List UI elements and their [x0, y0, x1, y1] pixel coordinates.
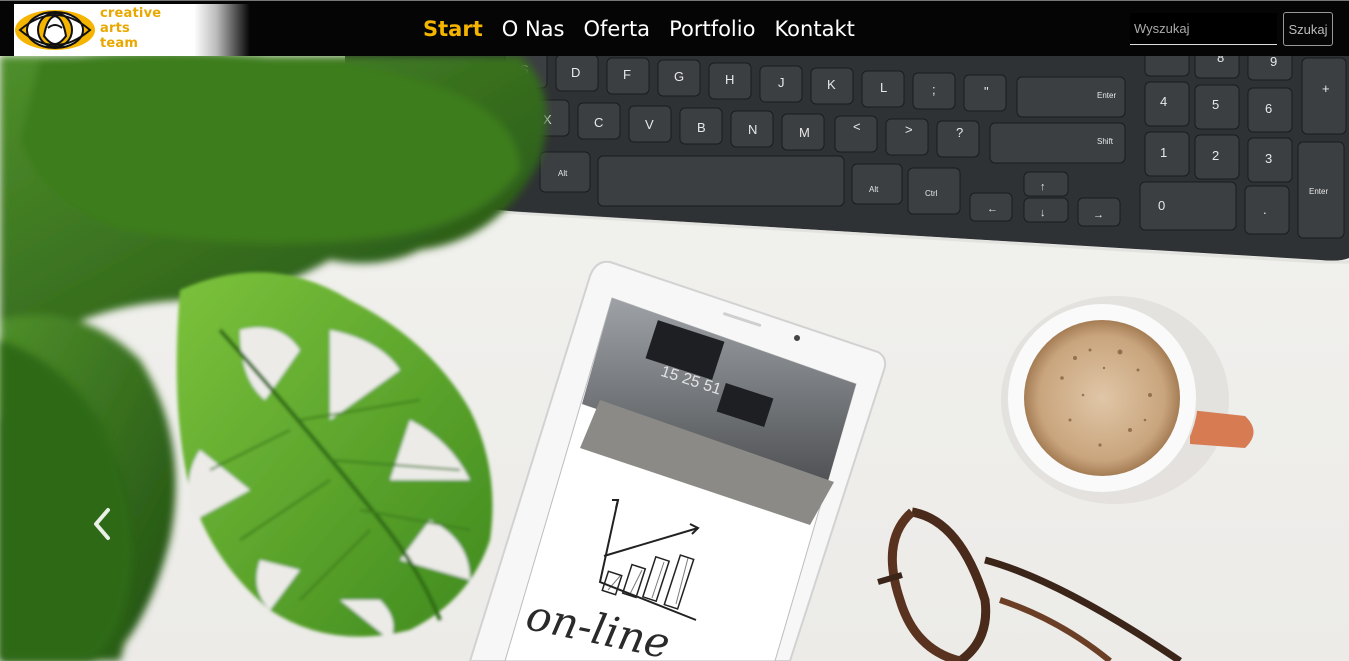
- svg-text:D: D: [571, 65, 580, 80]
- nav-item-start[interactable]: Start: [423, 15, 483, 43]
- brand-logo[interactable]: creative arts team: [14, 4, 250, 56]
- svg-text:?: ?: [956, 125, 963, 140]
- svg-text:0: 0: [1158, 198, 1165, 213]
- eyeglasses: [877, 507, 1182, 661]
- svg-text:N: N: [748, 122, 757, 137]
- nav-item-kontakt[interactable]: Kontakt: [774, 15, 854, 43]
- svg-text:5: 5: [1212, 97, 1219, 112]
- svg-text:>: >: [905, 122, 913, 137]
- svg-text:M: M: [799, 125, 810, 140]
- svg-text:↓: ↓: [1040, 207, 1046, 219]
- svg-text:8: 8: [1217, 56, 1224, 65]
- svg-text:V: V: [645, 117, 654, 132]
- svg-text:H: H: [725, 72, 734, 87]
- svg-text:L: L: [880, 80, 887, 95]
- svg-text:C: C: [594, 115, 603, 130]
- chevron-left-icon: [94, 508, 110, 540]
- svg-text:Shift: Shift: [1097, 137, 1114, 146]
- navbar: creative arts team Start O Nas Oferta Po…: [0, 0, 1349, 56]
- svg-text:Enter: Enter: [1309, 187, 1328, 196]
- hero-carousel: SDF GHJ KL; " XCV BNM <>? 456 123 0.+ 89…: [0, 56, 1349, 661]
- eye-icon: [15, 10, 95, 50]
- svg-text:4: 4: [1160, 94, 1167, 109]
- svg-text:3: 3: [1265, 151, 1272, 166]
- svg-text:+: +: [1322, 81, 1330, 96]
- svg-text:;: ;: [932, 82, 936, 97]
- svg-text:1: 1: [1160, 145, 1167, 160]
- nav-item-oferta[interactable]: Oferta: [583, 15, 650, 43]
- svg-text:J: J: [778, 75, 785, 90]
- logo-line: team: [100, 36, 139, 51]
- hero-image: SDF GHJ KL; " XCV BNM <>? 456 123 0.+ 89…: [0, 56, 1349, 661]
- svg-text:K: K: [827, 77, 836, 92]
- svg-text:↑: ↑: [1040, 181, 1046, 193]
- svg-text:Enter: Enter: [1097, 91, 1116, 100]
- tablet: 15 25 51 on-line: [468, 260, 887, 661]
- carousel-prev-button[interactable]: Previous: [86, 504, 116, 544]
- svg-text:2: 2: [1212, 148, 1219, 163]
- main-nav: Start O Nas Oferta Portfolio Kontakt: [423, 15, 855, 43]
- coffee-cup: [1001, 296, 1254, 504]
- nav-item-portfolio[interactable]: Portfolio: [669, 15, 755, 43]
- monstera-plant: [0, 56, 547, 661]
- logo-line: arts: [100, 21, 130, 36]
- svg-text:6: 6: [1265, 101, 1272, 116]
- svg-text:G: G: [674, 69, 684, 84]
- svg-text:.: .: [1263, 202, 1267, 217]
- svg-text:<: <: [853, 119, 861, 134]
- logo-text: creative arts team: [100, 6, 161, 51]
- search-input[interactable]: [1130, 13, 1277, 45]
- svg-text:F: F: [623, 67, 631, 82]
- svg-text:B: B: [697, 120, 706, 135]
- svg-text:9: 9: [1270, 56, 1277, 69]
- svg-text:Alt: Alt: [869, 185, 879, 194]
- svg-text:→: →: [1093, 209, 1104, 221]
- logo-line: creative: [100, 6, 162, 21]
- nav-item-o-nas[interactable]: O Nas: [502, 15, 565, 43]
- svg-text:Ctrl: Ctrl: [925, 189, 938, 198]
- svg-text:Alt: Alt: [558, 169, 568, 178]
- svg-text:←: ←: [987, 203, 998, 215]
- svg-text:": ": [984, 84, 989, 99]
- search-button[interactable]: Szukaj: [1283, 12, 1333, 46]
- logo-fade: [194, 4, 250, 56]
